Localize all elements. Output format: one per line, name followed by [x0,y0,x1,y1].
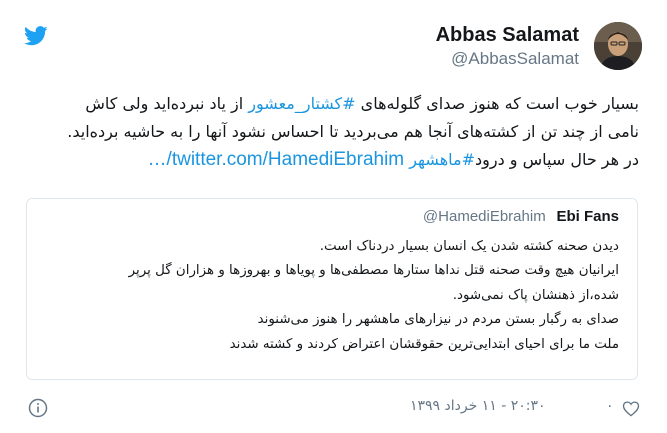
hashtag-link[interactable]: #ماهشهر [409,150,475,169]
tweet-text-segment: در هر حال سپاس و درود [474,150,639,169]
quoted-line: شده،از ذهنشان پاک نمی‌شود. [452,287,619,303]
tweet-footer: ۲۰:۳۰ - ۱۱ خرداد ۱۳۹۹ ۰ [0,398,667,422]
quoted-line: ملت ما برای احیای ابتدایی‌ترین حقوقشان ا… [229,336,619,352]
avatar[interactable] [594,22,642,70]
avatar-photo [594,22,642,70]
hashtag-link[interactable]: #کشتار_معشور [248,94,355,113]
twitter-bird-icon[interactable] [24,26,48,46]
quoted-author-name: Ebi Fans [556,208,619,225]
tweet-line-2: نامی از چند تن از کشته‌های آنجا هم می‌بر… [67,122,639,141]
heart-icon[interactable] [622,400,640,417]
quoted-line: دیدن صحنه کشته شدن یک انسان بسیار دردناک… [319,239,619,254]
quoted-tweet-author[interactable]: @HamediEbrahim Ebi Fans [423,207,619,225]
like-count: ۰ [606,398,614,414]
author-handle[interactable]: @AbbasSalamat [436,48,579,70]
author-display-name[interactable]: Abbas Salamat [436,22,579,48]
tweet-line-3: در هر حال سپاس و درود#ماهشهر twitter.com… [40,146,639,174]
quoted-line: ایرانیان هیچ وقت صحنه قتل نداها ستارها م… [128,263,619,279]
tweet-author[interactable]: Abbas Salamat @AbbasSalamat [436,22,579,70]
tweet-text: بسیار خوب است که هنوز صدای گلوله‌های #کش… [40,90,639,174]
tweet-text-segment: بسیار خوب است که هنوز صدای گلوله‌های [355,94,639,113]
quoted-tweet-text: دیدن صحنه کشته شدن یک انسان بسیار دردناک… [41,235,619,357]
tweet-line-1: بسیار خوب است که هنوز صدای گلوله‌های #کش… [40,90,639,118]
quoted-tweet[interactable]: @HamediEbrahim Ebi Fans دیدن صحنه کشته ش… [26,198,638,380]
tweet-text-segment: از یاد نبرده‌اید ولی کاش [85,94,249,113]
tweet-url-link[interactable]: twitter.com/HamediEbrahim/… [148,149,405,170]
quoted-line: صدای به رگبار بستن مردم در نیزارهای ماهش… [257,312,619,328]
tweet-card: Abbas Salamat @AbbasSalamat بسیار خوب اس… [0,0,667,433]
quoted-author-handle: @HamediEbrahim [422,208,546,225]
tweet-timestamp[interactable]: ۲۰:۳۰ - ۱۱ خرداد ۱۳۹۹ [410,398,546,414]
info-icon[interactable] [28,398,48,418]
